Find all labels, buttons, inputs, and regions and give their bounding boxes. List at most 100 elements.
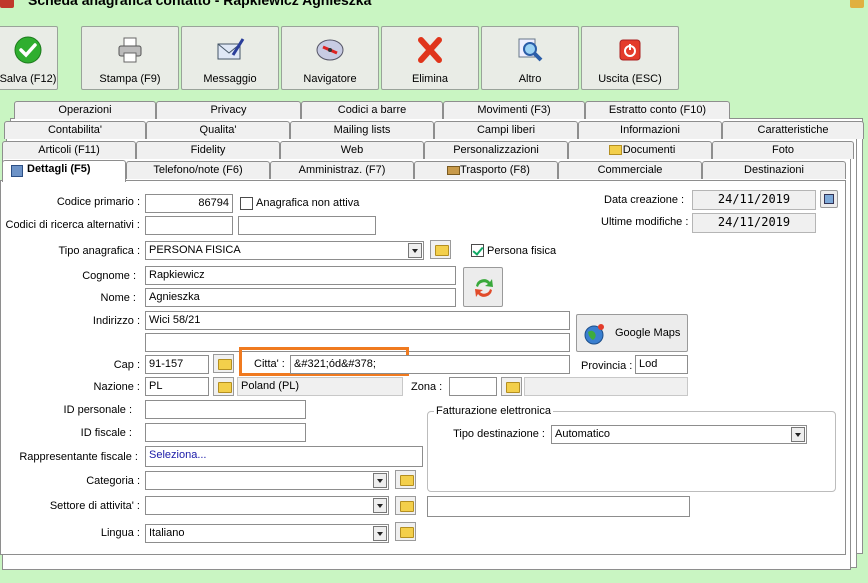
- tab-estratto-conto[interactable]: Estratto conto (F10): [585, 101, 730, 119]
- zona-folder-button[interactable]: [501, 377, 522, 396]
- settore-attivita-select[interactable]: [145, 496, 389, 515]
- tipo-anagrafica-value: PERSONA FISICA: [149, 244, 241, 256]
- tab-destinazioni[interactable]: Destinazioni: [702, 161, 846, 179]
- tipo-destinazione-select[interactable]: Automatico: [551, 425, 807, 444]
- rappresentante-fiscale-label: Rappresentante fiscale :: [19, 451, 138, 463]
- ultime-modifiche-field: 24/11/2019: [692, 213, 816, 233]
- delete-button[interactable]: Elimina: [381, 26, 479, 90]
- tab-contabilita[interactable]: Contabilita': [4, 121, 146, 139]
- tab-dettagli[interactable]: Dettagli (F5): [2, 160, 126, 182]
- codice-ricerca-1-field[interactable]: [145, 216, 233, 235]
- data-creazione-label: Data creazione :: [604, 194, 685, 206]
- persona-fisica-checkbox[interactable]: [471, 244, 484, 257]
- tab-campi-liberi[interactable]: Campi liberi: [434, 121, 578, 139]
- other-label: Altro: [518, 73, 542, 85]
- tab-privacy[interactable]: Privacy: [156, 101, 301, 119]
- chevron-down-icon[interactable]: [373, 526, 387, 541]
- nazione-folder-button[interactable]: [213, 377, 234, 396]
- tab-amministrazione[interactable]: Amministraz. (F7): [270, 161, 414, 179]
- settore-attivita-desc-field[interactable]: [427, 496, 690, 517]
- cap-field[interactable]: 91-157: [145, 355, 209, 374]
- tab-movimenti[interactable]: Movimenti (F3): [443, 101, 585, 119]
- cap-folder-button[interactable]: [213, 354, 234, 373]
- indirizzo-field[interactable]: Wici 58/21: [145, 311, 570, 330]
- tab-operazioni[interactable]: Operazioni: [14, 101, 156, 119]
- envelope-pen-icon: [217, 38, 245, 60]
- tab-telefono-note[interactable]: Telefono/note (F6): [126, 161, 270, 179]
- calendar-button[interactable]: [820, 190, 838, 208]
- tab-dettagli-label: Dettagli (F5): [27, 163, 91, 175]
- tab-commerciale[interactable]: Commerciale: [558, 161, 702, 179]
- tab-qualita[interactable]: Qualita': [146, 121, 290, 139]
- cognome-label: Cognome :: [82, 270, 136, 282]
- tab-caratteristiche[interactable]: Caratteristiche: [722, 121, 864, 139]
- nazione-label: Nazione :: [93, 381, 140, 393]
- provincia-field[interactable]: Lod: [635, 355, 688, 374]
- swap-names-button[interactable]: [463, 267, 503, 307]
- tab-trasporto[interactable]: Trasporto (F8): [414, 161, 558, 179]
- tipo-anagrafica-label: Tipo anagrafica :: [58, 245, 140, 257]
- nazione-name-field: Poland (PL): [237, 377, 403, 396]
- message-button[interactable]: Messaggio: [181, 26, 279, 90]
- other-button[interactable]: Altro: [481, 26, 579, 90]
- tab-web[interactable]: Web: [280, 141, 424, 159]
- tab-fidelity[interactable]: Fidelity: [136, 141, 280, 159]
- fatturazione-elettronica-legend: Fatturazione elettronica: [434, 405, 553, 417]
- lingua-value: Italiano: [149, 527, 185, 539]
- tab-articoli[interactable]: Articoli (F11): [2, 141, 136, 159]
- cognome-field[interactable]: Rapkiewicz: [145, 266, 456, 285]
- chevron-down-icon[interactable]: [373, 498, 387, 513]
- id-personale-field[interactable]: [145, 400, 306, 419]
- tab-informazioni[interactable]: Informazioni: [578, 121, 722, 139]
- tipo-anagrafica-select[interactable]: PERSONA FISICA: [145, 241, 424, 260]
- categoria-folder-button[interactable]: [395, 470, 416, 489]
- codice-primario-label: Codice primario :: [56, 196, 140, 208]
- id-fiscale-field[interactable]: [145, 423, 306, 442]
- lingua-select[interactable]: Italiano: [145, 524, 389, 543]
- exit-button[interactable]: Uscita (ESC): [581, 26, 679, 90]
- anagrafica-non-attiva-label: Anagrafica non attiva: [256, 197, 360, 209]
- navigator-button[interactable]: Navigatore: [281, 26, 379, 90]
- codice-primario-field[interactable]: 86794: [145, 194, 233, 213]
- folder-icon: [609, 145, 622, 155]
- print-button[interactable]: Stampa (F9): [81, 26, 179, 90]
- swap-arrows-icon: [475, 279, 493, 297]
- lock-icon[interactable]: [850, 0, 864, 8]
- nome-label: Nome :: [100, 292, 136, 304]
- codice-ricerca-2-field[interactable]: [238, 216, 376, 235]
- nome-field[interactable]: Agnieszka: [145, 288, 456, 307]
- citta-field[interactable]: &#321;ód&#378;: [290, 355, 570, 374]
- settore-attivita-label: Settore di attivita' :: [49, 500, 140, 512]
- nazione-code-field[interactable]: PL: [145, 377, 209, 396]
- lingua-folder-button[interactable]: [395, 522, 416, 541]
- zona-field[interactable]: [449, 377, 497, 396]
- tipo-destinazione-value: Automatico: [555, 428, 611, 440]
- tipo-destinazione-label: Tipo destinazione :: [453, 428, 545, 440]
- persona-fisica-label: Persona fisica: [487, 245, 557, 257]
- rappresentante-fiscale-field[interactable]: Seleziona...: [145, 446, 423, 467]
- citta-label: Citta' :: [254, 358, 285, 370]
- compass-icon: [316, 39, 344, 61]
- google-maps-button[interactable]: Google Maps: [576, 314, 688, 352]
- chevron-down-icon[interactable]: [408, 243, 422, 258]
- settore-attivita-folder-button[interactable]: [395, 496, 416, 515]
- anagrafica-non-attiva-checkbox[interactable]: [240, 197, 253, 210]
- delete-label: Elimina: [411, 73, 449, 85]
- indirizzo-label: Indirizzo :: [92, 315, 140, 327]
- tipo-anagrafica-folder-button[interactable]: [430, 240, 451, 259]
- tab-mailing-lists[interactable]: Mailing lists: [290, 121, 434, 139]
- tab-documenti[interactable]: Documenti: [568, 141, 712, 159]
- magnifier-icon: [518, 38, 543, 62]
- chevron-down-icon[interactable]: [791, 427, 805, 442]
- app-icon: [0, 0, 14, 8]
- calendar-icon: [824, 194, 834, 204]
- chevron-down-icon[interactable]: [373, 473, 387, 488]
- categoria-select[interactable]: [145, 471, 389, 490]
- provincia-label: Provincia :: [581, 360, 633, 372]
- tab-documenti-label: Documenti: [622, 144, 676, 156]
- tab-codici-a-barre[interactable]: Codici a barre: [301, 101, 443, 119]
- save-button[interactable]: Salva (F12): [0, 26, 58, 90]
- tab-foto[interactable]: Foto: [712, 141, 854, 159]
- codici-ricerca-label: Codici di ricerca alternativi :: [5, 219, 141, 231]
- tab-personalizzazioni[interactable]: Personalizzazioni: [424, 141, 568, 159]
